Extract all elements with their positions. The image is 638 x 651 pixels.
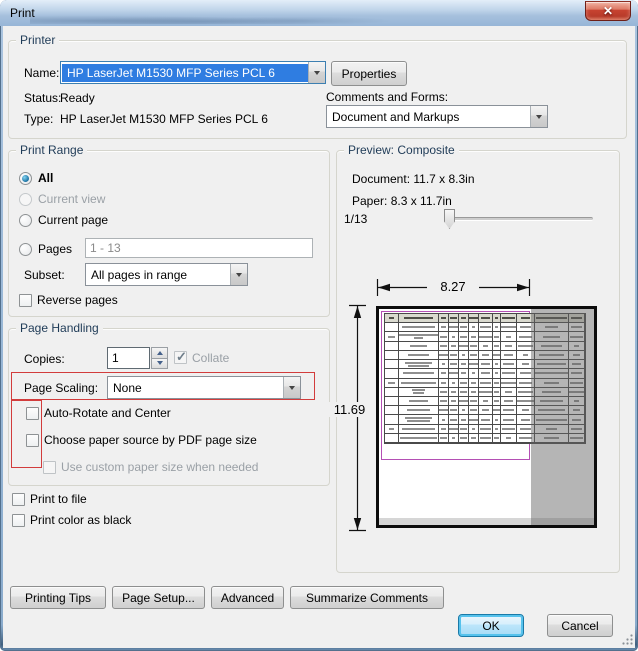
collate-label: Collate: [192, 351, 229, 365]
print-range-group-caption: Print Range: [16, 143, 87, 157]
comments-forms-dropdown-button[interactable]: [530, 106, 547, 127]
stepper-up-button[interactable]: [151, 347, 168, 359]
chevron-down-icon: [236, 273, 242, 280]
radio-current-page[interactable]: [19, 214, 32, 227]
ok-button[interactable]: OK: [458, 614, 524, 637]
radio-current-page-label: Current page: [38, 213, 108, 227]
collate-checkbox: [174, 351, 187, 364]
print-color-black-label: Print color as black: [30, 513, 131, 527]
chevron-down-icon: [536, 115, 542, 122]
radio-pages-label: Pages: [38, 242, 72, 256]
reverse-pages-label: Reverse pages: [37, 293, 118, 307]
pages-range-value: 1 - 13: [90, 241, 121, 255]
reverse-pages-checkbox[interactable]: [19, 294, 32, 307]
print-to-file-label: Print to file: [30, 492, 87, 506]
paper-height-dimension: 11.69: [328, 402, 371, 417]
chevron-down-icon: [157, 361, 163, 368]
printer-name-label: Name:: [24, 66, 59, 80]
radio-all-label: All: [38, 171, 53, 185]
printer-name-dropdown-button[interactable]: [308, 62, 325, 83]
subset-label: Subset:: [24, 268, 65, 282]
radio-all[interactable]: [19, 172, 32, 185]
subset-value: All pages in range: [86, 265, 230, 285]
close-button[interactable]: ✕: [585, 1, 631, 21]
print-color-black-checkbox[interactable]: [12, 514, 25, 527]
summarize-comments-button[interactable]: Summarize Comments: [290, 586, 444, 609]
printer-type-value: HP LaserJet M1530 MFP Series PCL 6: [60, 112, 268, 126]
paper-width-dimension: 8.27: [427, 279, 479, 294]
radio-current-view: [19, 193, 32, 206]
comments-forms-select[interactable]: Document and Markups: [326, 105, 548, 128]
comments-forms-value: Document and Markups: [327, 107, 530, 127]
dimension-arrows: [336, 150, 620, 573]
window-title: Print: [10, 6, 35, 20]
close-icon: ✕: [603, 4, 613, 18]
radio-current-view-label: Current view: [38, 192, 105, 206]
pages-range-input[interactable]: 1 - 13: [85, 238, 313, 258]
printer-name-value: HP LaserJet M1530 MFP Series PCL 6: [62, 64, 308, 82]
printer-name-select[interactable]: HP LaserJet M1530 MFP Series PCL 6: [60, 61, 326, 84]
printer-type-label: Type:: [24, 112, 53, 126]
copies-input[interactable]: 1: [107, 347, 150, 369]
print-to-file-checkbox[interactable]: [12, 493, 25, 506]
titlebar[interactable]: Print: [0, 0, 638, 26]
checkboxes-annotation-rect: [11, 400, 42, 468]
page-setup-button[interactable]: Page Setup...: [112, 586, 205, 609]
properties-button[interactable]: Properties: [331, 61, 407, 86]
page-scaling-annotation-rect: [11, 372, 315, 400]
chevron-down-icon: [314, 71, 320, 78]
comments-forms-label: Comments and Forms:: [326, 90, 448, 104]
copies-value: 1: [112, 351, 119, 365]
auto-rotate-label: Auto-Rotate and Center: [44, 406, 171, 420]
printer-status-value: Ready: [60, 91, 95, 105]
paper-source-label: Choose paper source by PDF page size: [44, 433, 257, 447]
copies-label: Copies:: [24, 352, 65, 366]
page-handling-group-caption: Page Handling: [16, 321, 103, 335]
printer-status-label: Status:: [24, 91, 61, 105]
print-dialog-window: Print ✕ Printer Name: HP LaserJet M1530 …: [0, 0, 638, 651]
chevron-up-icon: [157, 348, 163, 355]
stepper-down-button[interactable]: [151, 359, 168, 370]
radio-pages[interactable]: [19, 243, 32, 256]
copies-stepper: [151, 347, 168, 369]
custom-paper-label: Use custom paper size when needed: [61, 460, 258, 474]
cancel-button[interactable]: Cancel: [547, 614, 613, 637]
subset-dropdown-button[interactable]: [230, 264, 247, 285]
subset-select[interactable]: All pages in range: [85, 263, 248, 286]
print-range-group: Print Range: [8, 150, 330, 317]
custom-paper-checkbox: [43, 461, 56, 474]
advanced-button[interactable]: Advanced: [211, 586, 284, 609]
printing-tips-button[interactable]: Printing Tips: [10, 586, 106, 609]
resize-grip-icon[interactable]: [621, 633, 634, 646]
printer-group-caption: Printer: [16, 33, 59, 47]
